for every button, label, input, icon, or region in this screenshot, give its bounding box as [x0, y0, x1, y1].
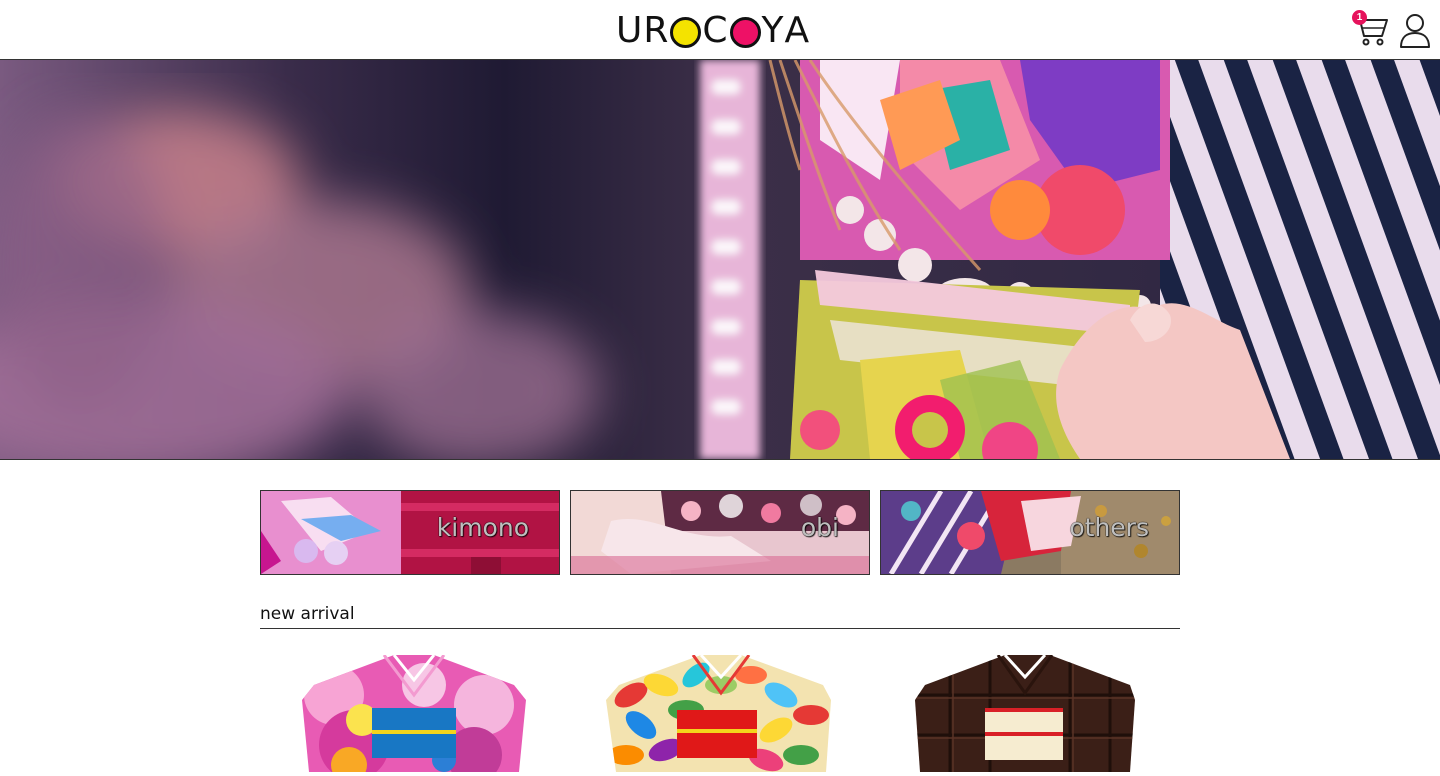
product-card-2[interactable]	[601, 653, 841, 772]
logo-letter-u: U	[616, 10, 644, 51]
section-divider	[260, 628, 1180, 629]
hero-image	[0, 60, 1440, 459]
category-obi[interactable]: obi	[570, 490, 870, 575]
logo-letter-y: Y	[761, 10, 785, 51]
product-image-2	[606, 653, 831, 772]
category-others[interactable]: others	[880, 490, 1180, 575]
user-icon[interactable]	[1397, 11, 1433, 49]
category-kimono[interactable]: kimono	[260, 490, 560, 575]
site-header: U R C Y A 1	[0, 0, 1440, 60]
logo-yellow-o	[670, 16, 702, 48]
logo-letter-c: C	[702, 10, 729, 51]
logo-letter-r: R	[643, 10, 670, 51]
category-label: obi	[800, 513, 839, 542]
product-card-3[interactable]	[910, 653, 1150, 772]
product-card-1[interactable]	[294, 654, 534, 772]
product-image-1	[302, 654, 526, 772]
logo-pink-o	[729, 16, 761, 48]
hero-banner	[0, 60, 1440, 460]
category-label: kimono	[436, 513, 529, 542]
site-logo[interactable]: U R C Y A	[616, 12, 810, 50]
category-label: others	[1069, 513, 1149, 542]
product-image-3	[915, 653, 1135, 772]
new-arrival-heading: new arrival	[260, 604, 355, 624]
logo-letter-a: A	[784, 10, 811, 51]
cart-count-badge: 1	[1352, 10, 1367, 25]
